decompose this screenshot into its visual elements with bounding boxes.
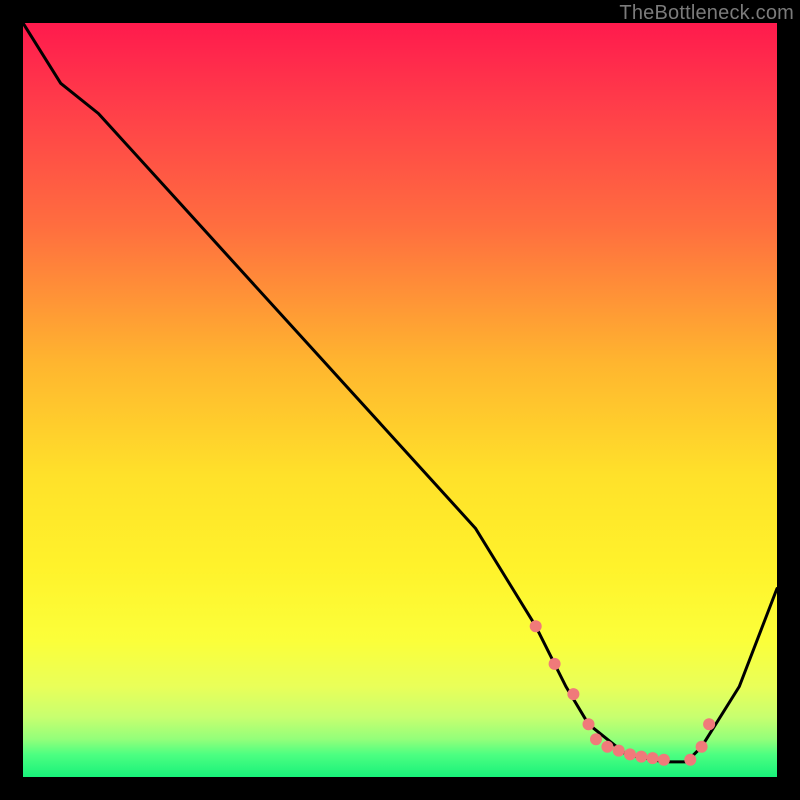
highlight-dot (658, 754, 670, 766)
chart-svg (23, 23, 777, 777)
highlight-dot (567, 688, 579, 700)
highlight-dot (549, 658, 561, 670)
highlight-dot (624, 748, 636, 760)
highlight-dot (635, 751, 647, 763)
highlight-dot (590, 733, 602, 745)
highlight-dot (647, 752, 659, 764)
highlight-dot (583, 718, 595, 730)
bottleneck-curve-path (23, 23, 777, 762)
watermark-label: TheBottleneck.com (619, 2, 794, 25)
highlight-dot (696, 741, 708, 753)
chart-area (23, 23, 777, 777)
highlight-dot (684, 754, 696, 766)
highlight-dot (613, 745, 625, 757)
highlight-dot (703, 718, 715, 730)
highlight-dot (601, 741, 613, 753)
bottleneck-curve (23, 23, 777, 762)
highlight-dots (530, 620, 715, 766)
highlight-dot (530, 620, 542, 632)
